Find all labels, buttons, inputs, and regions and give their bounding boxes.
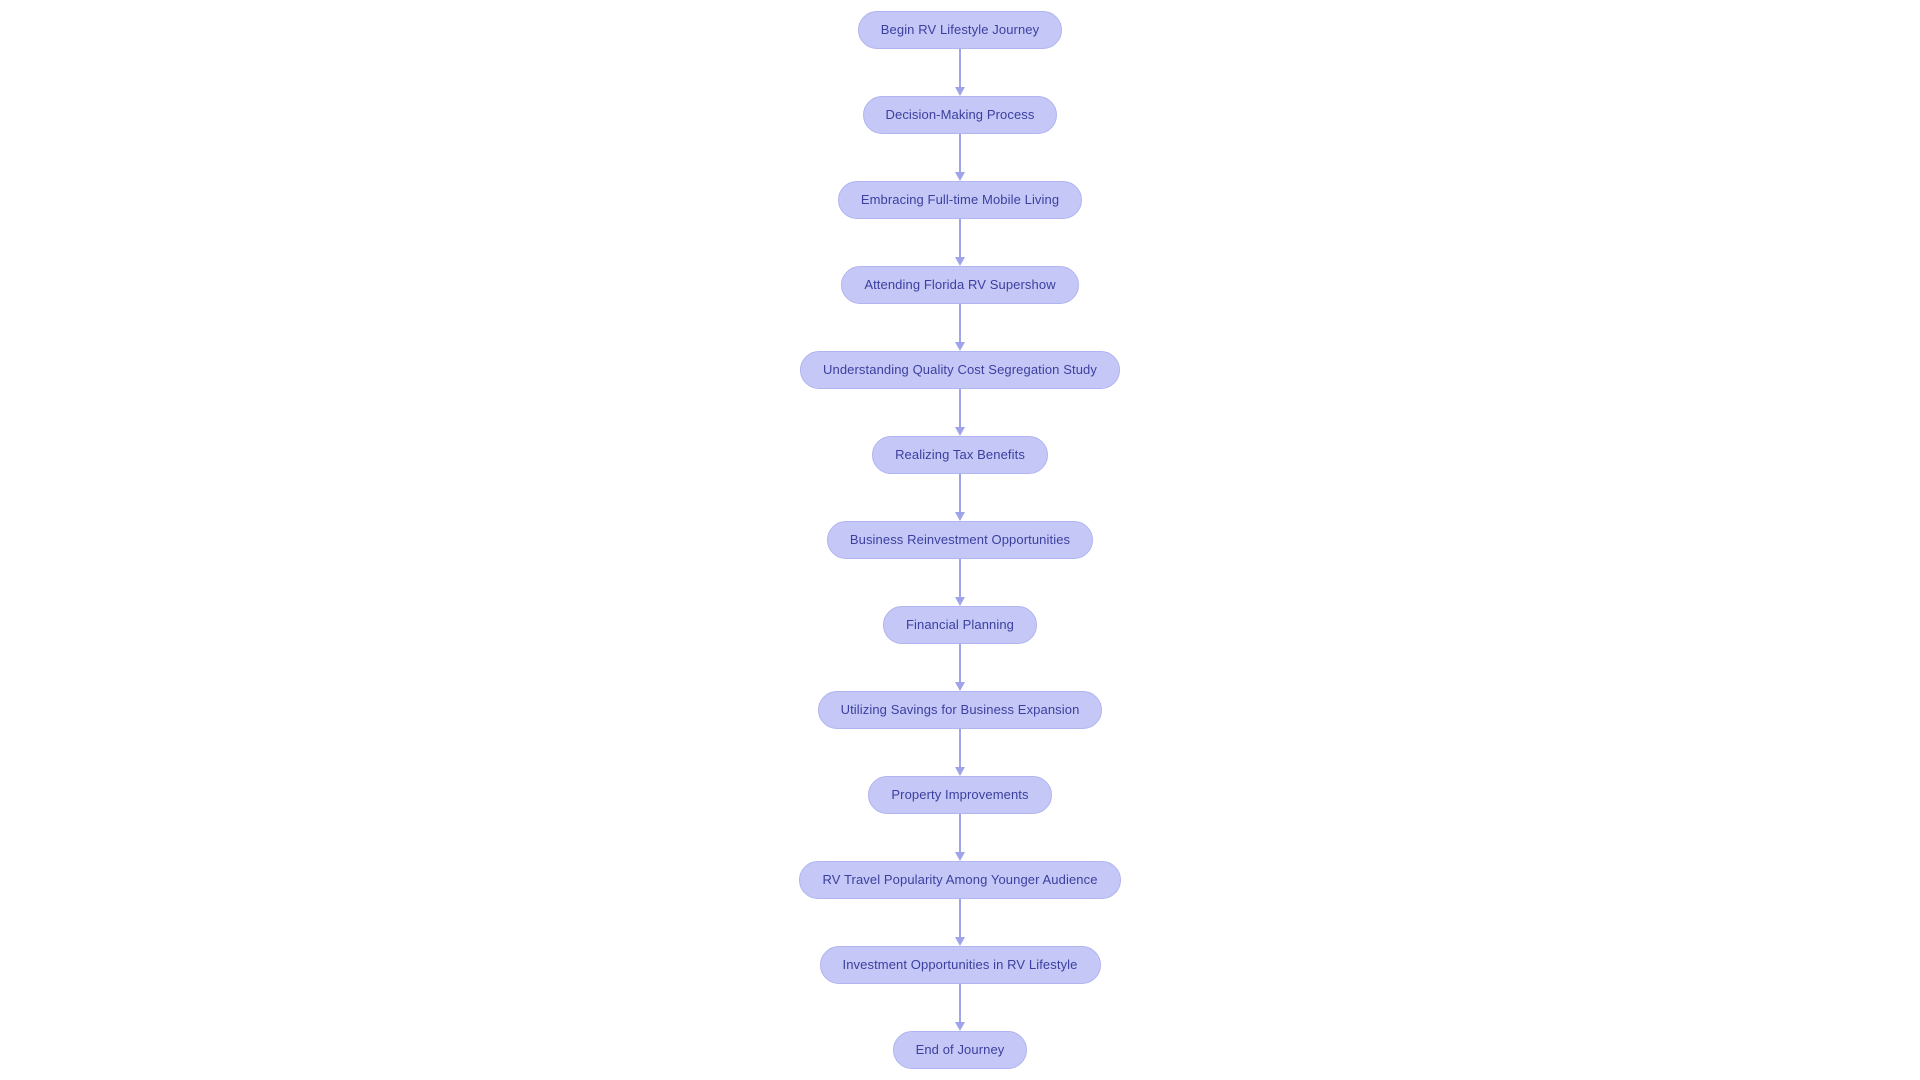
flowchart-canvas: Begin RV Lifestyle Journey Decision-Makin… [0,0,1920,1080]
flow-node[interactable]: Decision-Making Process [862,96,1058,134]
flow-node[interactable]: Property Improvements [868,776,1052,814]
flow-arrow [953,304,967,351]
arrow-head-icon [955,1022,965,1031]
arrow-head-icon [955,87,965,96]
arrow-head-icon [955,427,965,436]
arrow-head-icon [955,937,965,946]
arrow-head-icon [955,512,965,521]
arrow-head-icon [955,172,965,181]
flow-node[interactable]: Embracing Full-time Mobile Living [837,181,1083,219]
flow-arrow-line [959,49,961,88]
flow-arrow [953,984,967,1031]
flow-arrow [953,389,967,436]
flow-node[interactable]: Begin RV Lifestyle Journey [857,11,1063,49]
arrow-head-icon [955,852,965,861]
flow-arrow-line [959,984,961,1023]
flow-arrow [953,559,967,606]
flow-arrow [953,219,967,266]
flow-arrow-line [959,814,961,853]
arrow-head-icon [955,257,965,266]
flow-node[interactable]: RV Travel Popularity Among Younger Audie… [799,861,1121,899]
flow-arrow-line [959,729,961,768]
flow-node[interactable]: Attending Florida RV Supershow [841,266,1079,304]
flow-arrow [953,814,967,861]
flowchart-node-column: Begin RV Lifestyle Journey Decision-Makin… [0,11,1920,1069]
flow-arrow [953,49,967,96]
flow-arrow [953,729,967,776]
arrow-head-icon [955,767,965,776]
flow-arrow [953,474,967,521]
flow-arrow [953,644,967,691]
flow-node[interactable]: Realizing Tax Benefits [872,436,1048,474]
flow-arrow [953,134,967,181]
flow-arrow-line [959,134,961,173]
flow-node[interactable]: Financial Planning [882,606,1038,644]
flow-arrow-line [959,389,961,428]
flow-node[interactable]: Understanding Quality Cost Segregation S… [800,351,1120,389]
flow-node[interactable]: Utilizing Savings for Business Expansion [817,691,1103,729]
arrow-head-icon [955,342,965,351]
arrow-head-icon [955,682,965,691]
flow-arrow-line [959,474,961,513]
flow-node[interactable]: End of Journey [892,1031,1028,1069]
flow-arrow-line [959,899,961,938]
flow-arrow [953,899,967,946]
flow-arrow-line [959,559,961,598]
flow-node[interactable]: Business Reinvestment Opportunities [826,521,1094,559]
flow-arrow-line [959,219,961,258]
flow-node[interactable]: Investment Opportunities in RV Lifestyle [819,946,1101,984]
flow-arrow-line [959,304,961,343]
flow-arrow-line [959,644,961,683]
arrow-head-icon [955,597,965,606]
